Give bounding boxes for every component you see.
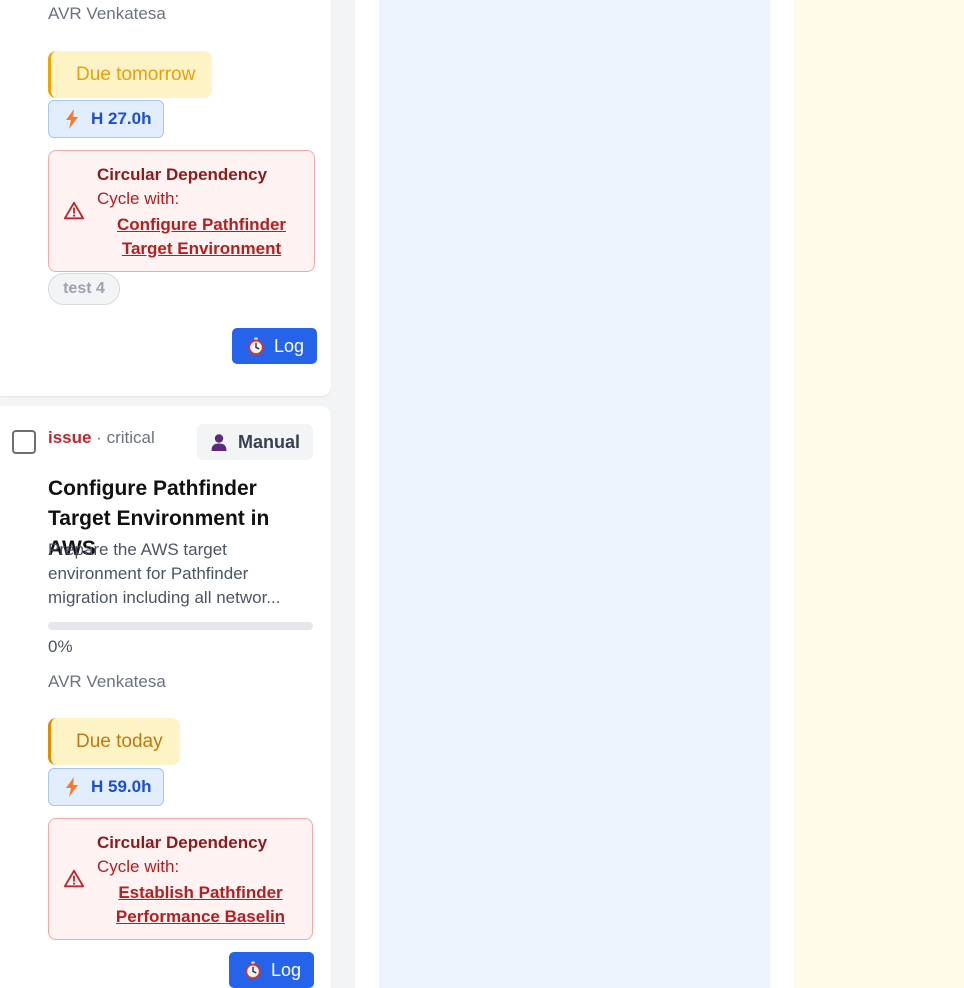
task-column: AVR Venkatesa Due tomorrow H 27.0h Circu… — [0, 0, 355, 988]
estimate-badge: H 59.0h — [48, 768, 165, 806]
estimate-label: H 27.0h — [91, 109, 152, 128]
circular-dependency-alert: Circular Dependency Cycle with: Configur… — [48, 150, 315, 272]
kanban-column-yellow — [794, 0, 964, 988]
due-badge: Due tomorrow — [48, 51, 213, 98]
user-icon — [211, 434, 227, 451]
manual-label: Manual — [237, 431, 300, 452]
due-label: Due today — [76, 730, 163, 752]
log-time-button[interactable]: Log — [232, 328, 318, 364]
task-type: issue — [48, 428, 92, 447]
select-checkbox[interactable] — [12, 430, 36, 454]
alert-title: Circular Dependency — [97, 833, 268, 852]
task-priority: critical — [106, 428, 155, 447]
warning-icon — [63, 201, 85, 220]
assignee-name: AVR Venkatesa — [48, 672, 166, 691]
task-meta: issue · critical — [48, 428, 155, 448]
tag-chip[interactable]: test 4 — [48, 273, 120, 305]
bolt-icon — [66, 109, 78, 129]
bolt-icon — [66, 777, 78, 797]
due-label: Due tomorrow — [76, 63, 196, 85]
assignee-name: AVR Venkatesa — [48, 4, 166, 23]
task-description: Prepare the AWS target environment for P… — [48, 540, 281, 607]
estimate-label: H 59.0h — [91, 777, 152, 796]
due-badge: Due today — [48, 718, 180, 765]
circular-dependency-alert: Circular Dependency Cycle with: Establis… — [48, 818, 313, 940]
dependency-link[interactable]: Establish Pathfinder Performance Baselin — [97, 881, 304, 929]
warning-icon — [63, 869, 85, 888]
task-card[interactable]: issue · critical Manual Configure Pathfi… — [0, 406, 331, 988]
progress-bar — [48, 622, 313, 630]
stopwatch-icon — [245, 961, 261, 979]
estimate-badge: H 27.0h — [48, 100, 165, 138]
progress-label: 0% — [48, 637, 73, 656]
log-label: Log — [271, 959, 302, 980]
log-time-button[interactable]: Log — [229, 952, 315, 988]
alert-cycle-label: Cycle with: — [97, 189, 180, 208]
manual-mode-button[interactable]: Manual — [197, 424, 313, 460]
alert-cycle-label: Cycle with: — [97, 857, 180, 876]
stopwatch-icon — [248, 337, 264, 355]
kanban-column-blue — [379, 0, 770, 988]
task-card[interactable]: AVR Venkatesa Due tomorrow H 27.0h Circu… — [0, 0, 331, 396]
dependency-link[interactable]: Configure Pathfinder Target Environment — [97, 213, 306, 261]
log-label: Log — [274, 335, 305, 356]
alert-title: Circular Dependency — [97, 165, 268, 184]
meta-separator: · — [91, 428, 107, 447]
